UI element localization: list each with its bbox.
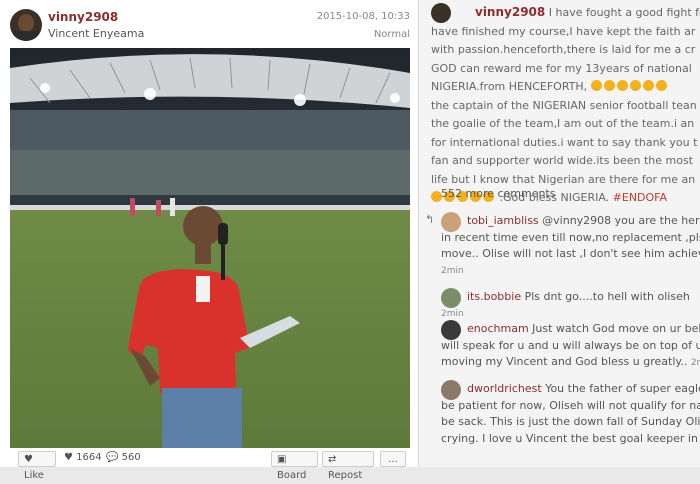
caption-line: have finished my course,I have kept the … xyxy=(431,24,696,38)
hashtag-link[interactable]: #ENDOFA xyxy=(613,191,667,204)
caption-line: the captain of the NIGERIAN senior footb… xyxy=(431,98,697,112)
caption-line-1: vinny2908 I have fought a good fight for… xyxy=(431,3,700,23)
comment-line: moving my Vincent and God bless u greatl… xyxy=(441,354,700,372)
likes-count-value: 1664 xyxy=(76,452,102,463)
caption-text: NIGERIA.from HENCEFORTH, xyxy=(431,80,588,93)
more-options-button[interactable]: ... xyxy=(380,451,406,467)
photo-filter-label: Normal xyxy=(373,29,410,40)
caption-line: NIGERIA.from HENCEFORTH, xyxy=(431,78,700,97)
comments-count: 💬 560 xyxy=(106,452,141,463)
caption-line: with passion.henceforth,there is laid fo… xyxy=(431,43,696,56)
caption-line: for international duties.i want to say t… xyxy=(431,135,698,149)
comment-text: You the father of super eagle xyxy=(545,382,700,395)
board-icon: ▣ xyxy=(277,454,287,465)
post-caption: vinny2908 I have fought a good fight for… xyxy=(431,3,700,208)
like-label: Like xyxy=(24,470,44,481)
comment-time: 2m xyxy=(690,358,700,368)
repost-label: Repost xyxy=(328,470,363,481)
post-username[interactable]: vinny2908 xyxy=(48,10,118,24)
comment-time: 2min xyxy=(441,308,464,319)
caption-username[interactable]: vinny2908 xyxy=(475,5,545,19)
comment-username[interactable]: its.bobbie xyxy=(467,290,521,303)
post-photo[interactable] xyxy=(10,48,410,448)
like-button[interactable]: ♥ Like xyxy=(18,451,56,481)
board-label: Board xyxy=(277,470,307,481)
comment-body: its.bobbie Pls dnt go....to hell with ol… xyxy=(441,289,700,322)
heart-icon: ♥ xyxy=(24,454,33,465)
comment-line: crying. I love u Vincent the best goal k… xyxy=(441,431,700,445)
comment-line: move.. Olise will not last ,I don't see … xyxy=(441,247,700,260)
comment-time: 2min xyxy=(441,265,464,276)
comment-body: tobi_iambliss @vinny2908 you are the her… xyxy=(441,213,700,279)
comment-text: Pls dnt go....to hell with oliseh xyxy=(524,290,690,303)
comment-body: enochmam Just watch God move on ur beh w… xyxy=(441,321,700,372)
comment-line: be patient for now, Oliseh will not qual… xyxy=(441,398,700,412)
heart-icon: ♥ xyxy=(64,452,73,463)
comment-line: in recent time even till now,no replacem… xyxy=(441,230,700,244)
more-comments-link[interactable]: 552 more comments xyxy=(441,187,555,200)
comment-line: enochmam Just watch God move on ur beh xyxy=(441,321,700,338)
comment-text: @vinny2908 you are the hero xyxy=(542,214,700,227)
comment-line: tobi_iambliss @vinny2908 you are the her… xyxy=(441,213,700,230)
comment-username[interactable]: tobi_iambliss xyxy=(467,214,539,227)
caption-line: GOD can reward me for my 13years of nati… xyxy=(431,61,692,75)
comment-username[interactable]: dworldrichest xyxy=(467,382,542,395)
comment-bubble-icon: 💬 xyxy=(106,452,119,463)
crying-emoji-icon xyxy=(590,80,669,93)
post-actions-bar: ♥ Like ♥ 1664 💬 560 ▣ Board ⇄ Repost ... xyxy=(0,449,418,481)
stadium-photo xyxy=(10,48,410,448)
post-panel: vinny2908 Vincent Enyeama 2015-10-08, 10… xyxy=(0,0,419,481)
comment-text: Just watch God move on ur beh xyxy=(532,322,700,335)
post-full-name: Vincent Enyeama xyxy=(48,27,145,40)
post-timestamp: 2015-10-08, 10:33 xyxy=(316,11,410,22)
comments-panel: vinny2908 I have fought a good fight for… xyxy=(419,0,700,467)
comment-line: be sack. This is just the down fall of S… xyxy=(441,415,700,428)
avatar[interactable] xyxy=(10,9,42,41)
comment-username[interactable]: enochmam xyxy=(467,322,529,335)
likes-count: ♥ 1664 xyxy=(64,452,102,463)
caption-line: the goalie of the team,I am out of the t… xyxy=(431,117,695,130)
reply-icon[interactable]: ↰ xyxy=(425,213,434,226)
post-header: vinny2908 Vincent Enyeama 2015-10-08, 10… xyxy=(0,0,418,48)
comment-line: dworldrichest You the father of super ea… xyxy=(441,381,700,398)
repost-icon: ⇄ xyxy=(328,454,337,465)
comment-body: dworldrichest You the father of super ea… xyxy=(441,381,700,447)
comment-line: will speak for u and u will always be on… xyxy=(441,338,700,352)
caption-text: I have fought a good fight for m xyxy=(548,6,700,19)
repost-button[interactable]: ⇄ Repost xyxy=(322,451,374,481)
comment-text: moving my Vincent and God bless u greatl… xyxy=(441,355,688,368)
caption-line: fan and supporter world wide.its been th… xyxy=(431,154,693,167)
board-button[interactable]: ▣ Board xyxy=(271,451,318,481)
comments-count-value: 560 xyxy=(121,452,141,463)
comment-line: its.bobbie Pls dnt go....to hell with ol… xyxy=(441,289,700,306)
